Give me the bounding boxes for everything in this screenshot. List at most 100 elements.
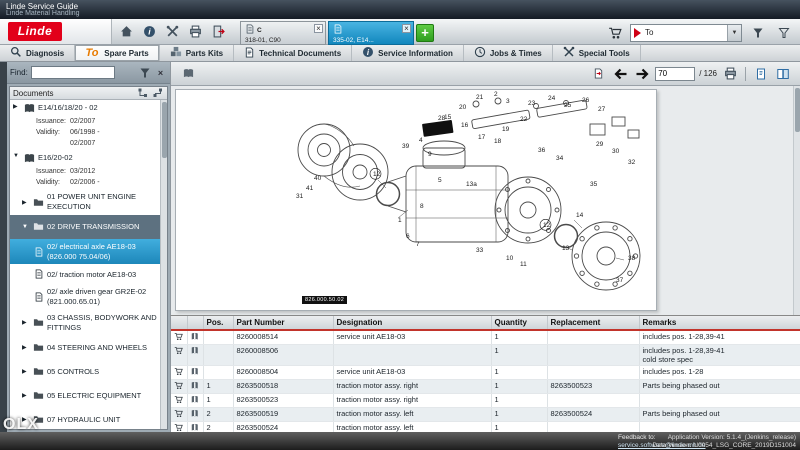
add-to-cart-icon[interactable] bbox=[171, 407, 188, 422]
tree-group-04-steering-and-wheels[interactable]: ▶ 04 STEERING AND WHEELS bbox=[10, 335, 160, 359]
catalog-link-icon[interactable] bbox=[187, 407, 204, 422]
catalog-link-icon[interactable] bbox=[187, 344, 204, 366]
next-page-button[interactable] bbox=[633, 65, 651, 83]
table-row-8263500524[interactable]: 2 8263500524 traction motor assy. left 1 bbox=[171, 421, 800, 432]
cell-pos bbox=[203, 365, 234, 380]
viewer-scrollbar[interactable] bbox=[793, 86, 800, 315]
tab-diagnosis[interactable]: Diagnosis bbox=[0, 45, 76, 61]
column-header-remarks: Remarks bbox=[639, 316, 800, 331]
doc-tab-335-02-e14[interactable]: 335-02, E14... × bbox=[328, 21, 414, 45]
tree-group-03-chassis-bodywork-and-fittin[interactable]: ▶ 03 CHASSIS, BODYWORK AND FITTINGS bbox=[10, 310, 160, 336]
expand-tree-icon[interactable] bbox=[136, 87, 149, 100]
viewer-scrollbar-thumb[interactable] bbox=[795, 88, 800, 132]
new-tab-button[interactable]: + bbox=[416, 24, 434, 42]
tree-item-02-axle-driven-gear-gr2e-02-82[interactable]: 02/ axle driven gear GR2E-02 (821.000.65… bbox=[10, 284, 160, 310]
diagram-callout-1: 1 bbox=[398, 217, 402, 224]
table-row-8263500518[interactable]: 1 8263500518 traction motor assy. right 1 82… bbox=[171, 379, 800, 394]
print-drawing-icon[interactable] bbox=[721, 65, 739, 83]
tree-group-02-drive-transmission[interactable]: ▼ 02 DRIVE TRANSMISSION bbox=[10, 214, 160, 239]
cell-remarks: includes pos. 1-28 bbox=[639, 365, 800, 380]
find-clear-icon[interactable]: × bbox=[154, 66, 167, 79]
filter-icon[interactable] bbox=[747, 22, 768, 43]
cart-icon[interactable] bbox=[604, 22, 625, 43]
tab-technical-documents[interactable]: Technical Documents bbox=[234, 45, 353, 61]
tab-service-information[interactable]: i Service Information bbox=[352, 45, 464, 61]
diagram-callout-2: 2 bbox=[494, 91, 498, 98]
filter-outline-icon[interactable] bbox=[773, 22, 794, 43]
diagram-callout-10: 10 bbox=[506, 255, 514, 262]
add-to-cart-icon[interactable] bbox=[171, 393, 188, 408]
tab-spare-parts[interactable]: To Spare Parts bbox=[75, 45, 160, 61]
cell-remarks: includes pos. 1-28,39-41 bbox=[639, 330, 800, 345]
cell-part-number: 8263500519 bbox=[233, 407, 334, 422]
previous-page-button[interactable] bbox=[611, 65, 629, 83]
doc-tab-318-01-c90[interactable]: C 318-01, C90 × bbox=[240, 21, 326, 45]
expand-triangle-icon[interactable]: ▶ bbox=[22, 392, 30, 399]
tree-group-05-controls[interactable]: ▶ 05 CONTROLS bbox=[10, 359, 160, 383]
print-icon[interactable] bbox=[185, 21, 206, 42]
catalog-link-icon[interactable] bbox=[187, 330, 204, 345]
home-icon[interactable] bbox=[116, 21, 137, 42]
tree-group-05-electric-equipment[interactable]: ▶ 05 ELECTRIC EQUIPMENT bbox=[10, 383, 160, 407]
tree-doc-e14-16-18-20-02[interactable]: ▶ E14/16/18/20 - 02 bbox=[10, 100, 160, 117]
expand-triangle-icon[interactable]: ▶ bbox=[22, 368, 30, 375]
expand-triangle-icon[interactable]: ▶ bbox=[22, 199, 30, 206]
page-count-label: / 126 bbox=[699, 69, 717, 78]
collapse-tree-icon[interactable] bbox=[151, 87, 164, 100]
table-row-8263500523[interactable]: 1 8263500523 traction motor assy. right 1 bbox=[171, 393, 800, 408]
close-tab-icon[interactable]: × bbox=[402, 24, 411, 33]
expand-triangle-icon[interactable]: ▶ bbox=[13, 103, 21, 110]
diagram-callout-4: 4 bbox=[419, 137, 423, 144]
cell-remarks bbox=[639, 393, 800, 408]
diagram-callout-20: 20 bbox=[459, 104, 467, 111]
facing-pages-view-icon[interactable] bbox=[774, 65, 792, 83]
catalog-link-icon[interactable] bbox=[187, 379, 204, 394]
tools-icon[interactable] bbox=[162, 21, 183, 42]
table-row-8260008504[interactable]: 8260008504 service unit AE18-03 1 includes … bbox=[171, 365, 800, 380]
tree-doc-e16-20-02[interactable]: ▼ E16/20-02 bbox=[10, 150, 160, 167]
expand-triangle-icon[interactable]: ▶ bbox=[22, 344, 30, 351]
collapse-triangle-icon[interactable]: ▼ bbox=[13, 153, 21, 159]
page-number-input[interactable] bbox=[655, 66, 696, 81]
tree-group-01-power-unit-engine-execution[interactable]: ▶ 01 POWER UNIT ENGINE EXECUTION bbox=[10, 189, 160, 215]
tree-scrollbar-thumb[interactable] bbox=[162, 102, 167, 158]
tree-item-02-electrical-axle-ae18-03-826[interactable]: 02/ electrical axle AE18-03 (826.000 75.… bbox=[10, 238, 160, 265]
add-to-cart-icon[interactable] bbox=[171, 365, 188, 380]
table-row-8263500519[interactable]: 2 8263500519 traction motor assy. left 1 826… bbox=[171, 407, 800, 422]
toolbar-right: To ▼ bbox=[604, 22, 794, 43]
page-icon bbox=[34, 269, 44, 280]
tree-scrollbar[interactable] bbox=[160, 100, 167, 429]
add-to-cart-icon[interactable] bbox=[171, 330, 188, 345]
single-page-view-icon[interactable] bbox=[752, 65, 770, 83]
goto-page-icon[interactable] bbox=[589, 65, 607, 83]
table-row-8260008514[interactable]: 8260008514 service unit AE18-03 1 includes … bbox=[171, 330, 800, 345]
cell-replacement bbox=[547, 421, 640, 432]
chevron-down-icon[interactable]: ▼ bbox=[727, 24, 741, 41]
tab-jobs-times[interactable]: Jobs & Times bbox=[464, 45, 553, 61]
tab-special-tools[interactable]: Special Tools bbox=[553, 45, 641, 61]
add-to-cart-icon[interactable] bbox=[171, 344, 188, 366]
goto-combobox[interactable]: To ▼ bbox=[630, 23, 742, 42]
cell-replacement: 8263500524 bbox=[547, 407, 640, 422]
diagram-callout-21: 21 bbox=[476, 94, 484, 101]
expand-triangle-icon[interactable]: ▶ bbox=[22, 319, 30, 326]
close-tab-icon[interactable]: × bbox=[314, 24, 323, 33]
info-icon[interactable]: i bbox=[139, 21, 160, 42]
find-input[interactable] bbox=[30, 66, 115, 79]
cell-pos: 2 bbox=[203, 407, 234, 422]
add-to-cart-icon[interactable] bbox=[171, 421, 188, 432]
catalog-link-icon[interactable] bbox=[187, 421, 204, 432]
drawing-canvas[interactable]: 21 2 3 20 15 16 23 24 25 26 27 22 19 17 18 28 4 36 34 29 30 3… bbox=[175, 89, 657, 311]
main-toolbar: Linde i C 318-01, C90 × 335-02, E14... × + T… bbox=[0, 19, 800, 45]
catalog-link-icon[interactable] bbox=[187, 365, 204, 380]
find-filter-icon[interactable] bbox=[138, 66, 151, 79]
tree-meta-line: 02/2007 bbox=[70, 140, 96, 148]
catalog-link-icon[interactable] bbox=[187, 393, 204, 408]
tab-parts-kits[interactable]: Parts Kits bbox=[160, 45, 235, 61]
add-to-cart-icon[interactable] bbox=[171, 379, 188, 394]
exit-icon[interactable] bbox=[208, 21, 229, 42]
collapse-triangle-icon[interactable]: ▼ bbox=[22, 224, 30, 230]
tree-item-02-traction-motor-ae18-03[interactable]: 02/ traction motor AE18-03 bbox=[10, 264, 160, 284]
catalog-icon[interactable] bbox=[179, 65, 197, 83]
table-row-8260008506[interactable]: 8260008506 1 includes pos. 1-28,39-41 cold… bbox=[171, 344, 800, 366]
